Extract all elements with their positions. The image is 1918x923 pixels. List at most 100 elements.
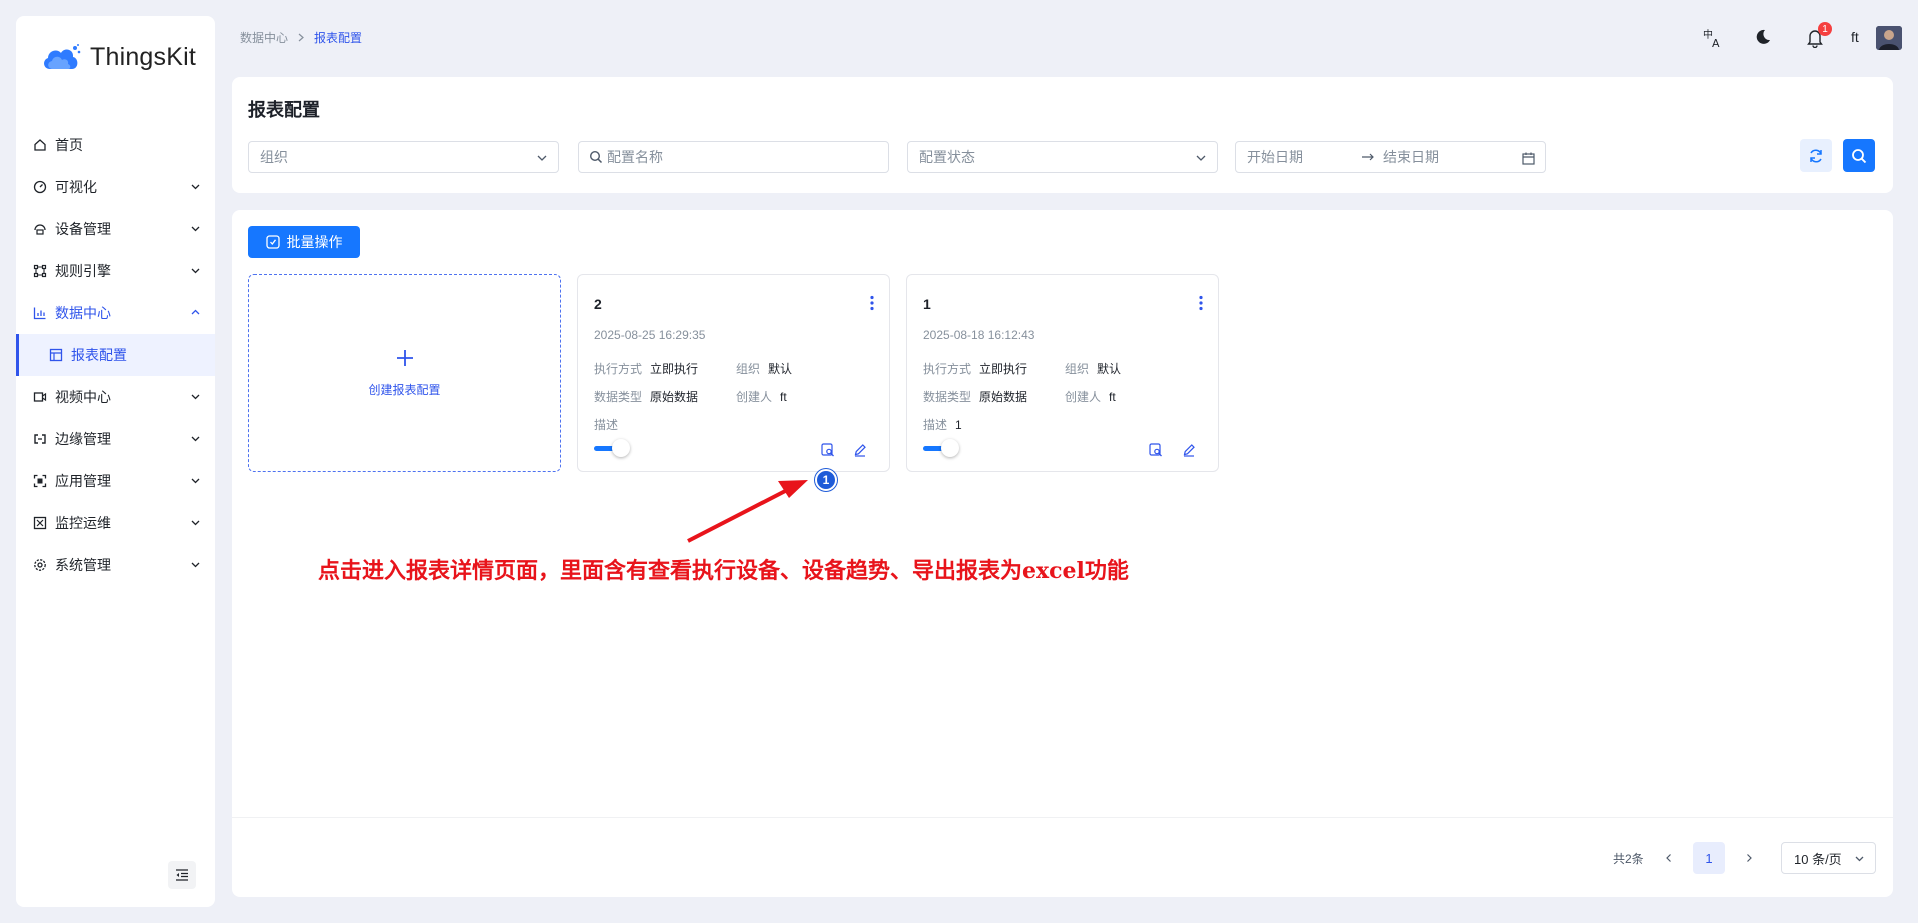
creator-value: ft: [1109, 390, 1116, 404]
view-detail-icon[interactable]: [1149, 443, 1163, 457]
sidebar-item-data-center[interactable]: 数据中心: [16, 292, 215, 334]
page-size-value: 10 条/页: [1794, 851, 1842, 867]
avatar[interactable]: [1876, 26, 1902, 50]
org-value: 默认: [768, 362, 793, 376]
chevron-down-icon: [537, 155, 547, 161]
exec-label: 执行方式: [923, 362, 972, 376]
exec-label: 执行方式: [594, 362, 643, 376]
sidebar-item-system[interactable]: 系统管理: [16, 544, 215, 586]
sidebar-item-label: 视频中心: [55, 389, 111, 405]
page-title: 报表配置: [248, 100, 320, 120]
org-select[interactable]: 组织: [248, 141, 559, 173]
sidebar-item-rules[interactable]: 规则引擎: [16, 250, 215, 292]
sidebar-item-monitor[interactable]: 监控运维: [16, 502, 215, 544]
report-date: 2025-08-18 16:12:43: [923, 328, 1035, 342]
status-toggle[interactable]: [594, 439, 630, 457]
report-exec-row: 执行方式 立即执行: [594, 360, 698, 377]
report-datatype-row: 数据类型 原始数据: [923, 388, 1027, 405]
search-icon: [589, 150, 603, 164]
annotation-step-marker: 1: [815, 469, 837, 491]
edit-icon[interactable]: [853, 443, 867, 457]
report-name: 1: [923, 296, 931, 312]
notification-badge: 1: [1818, 22, 1832, 36]
user-avatar-icon: [1876, 26, 1902, 50]
org-select-placeholder: 组织: [260, 149, 288, 165]
report-creator-row: 创建人 ft: [736, 388, 787, 405]
calendar-icon: [1522, 152, 1535, 165]
prev-page-button[interactable]: [1653, 842, 1685, 874]
report-date: 2025-08-25 16:29:35: [594, 328, 706, 342]
search-button[interactable]: [1843, 139, 1875, 172]
config-name-input[interactable]: 配置名称: [578, 141, 889, 173]
sidebar-item-visualization[interactable]: 可视化: [16, 166, 215, 208]
config-name-placeholder: 配置名称: [607, 149, 663, 165]
sidebar-item-label: 可视化: [55, 179, 97, 195]
app-icon: [32, 474, 47, 489]
sidebar-item-label: 设备管理: [55, 221, 111, 237]
chevron-up-icon: [191, 309, 200, 315]
sidebar-item-home[interactable]: 首页: [16, 124, 215, 166]
sidebar-item-label: 首页: [55, 137, 83, 153]
report-desc-row: 描述 1: [923, 416, 962, 433]
data-type-value: 原始数据: [650, 390, 699, 404]
dark-mode-icon[interactable]: [1754, 28, 1772, 46]
filter-panel: [232, 77, 1893, 193]
next-page-button[interactable]: [1733, 842, 1765, 874]
annotation-text: 点击进入报表详情页面，里面含有查看执行设备、设备趋势、导出报表为excel功能: [318, 558, 1129, 584]
sidebar-item-report-config[interactable]: 报表配置: [16, 334, 215, 376]
create-report-card[interactable]: 创建报表配置: [248, 274, 561, 472]
chevron-down-icon: [191, 562, 200, 568]
date-range-picker[interactable]: 开始日期 结束日期: [1235, 141, 1546, 173]
desc-value: 1: [955, 418, 962, 432]
settings-icon: [32, 558, 47, 573]
sidebar-item-label: 系统管理: [55, 557, 111, 573]
chart-icon: [32, 306, 47, 321]
report-name: 2: [594, 296, 602, 312]
end-date-input[interactable]: 结束日期: [1383, 147, 1439, 167]
search-icon: [1852, 148, 1867, 163]
report-icon: [48, 348, 63, 363]
sidebar-item-video[interactable]: 视频中心: [16, 376, 215, 418]
page-size-select[interactable]: 10 条/页: [1781, 842, 1876, 874]
footer-divider: [232, 817, 1893, 818]
chevron-down-icon: [191, 226, 200, 232]
status-select[interactable]: 配置状态: [907, 141, 1218, 173]
plus-icon: [396, 349, 413, 366]
creator-label: 创建人: [1065, 390, 1102, 404]
data-type-label: 数据类型: [594, 390, 643, 404]
chevron-down-icon: [191, 478, 200, 484]
collapse-sidebar-button[interactable]: [168, 861, 196, 889]
report-org-row: 组织 默认: [1065, 360, 1121, 377]
sidebar-item-edge[interactable]: 边缘管理: [16, 418, 215, 460]
translate-icon[interactable]: 中 A: [1702, 27, 1724, 49]
arrow-right-icon: [1362, 153, 1374, 161]
status-toggle[interactable]: [923, 439, 959, 457]
org-value: 默认: [1097, 362, 1122, 376]
breadcrumb-root[interactable]: 数据中心: [240, 29, 288, 46]
batch-operation-button[interactable]: 批量操作: [248, 226, 360, 258]
more-vertical-icon[interactable]: [1198, 295, 1204, 311]
sidebar-item-apps[interactable]: 应用管理: [16, 460, 215, 502]
report-desc-row: 描述: [594, 416, 626, 433]
refresh-button[interactable]: [1800, 139, 1832, 172]
sidebar-item-label: 边缘管理: [55, 431, 111, 447]
edit-icon[interactable]: [1182, 443, 1196, 457]
sidebar-item-label: 应用管理: [55, 473, 111, 489]
desc-label: 描述: [594, 418, 619, 432]
chevron-down-icon: [191, 394, 200, 400]
sidebar-item-devices[interactable]: 设备管理: [16, 208, 215, 250]
home-icon: [32, 138, 47, 153]
sidebar-menu: 首页 可视化 设备管理 规则引擎 数据中心 报表配置 视频中心 边缘管理 应用管…: [16, 124, 215, 586]
view-detail-icon[interactable]: [821, 443, 835, 457]
start-date-input[interactable]: 开始日期: [1247, 147, 1303, 167]
user-name[interactable]: ft: [1851, 29, 1859, 45]
app-logo[interactable]: ThingsKit: [40, 42, 196, 72]
app-name: ThingsKit: [90, 42, 197, 71]
page-1-button[interactable]: 1: [1693, 842, 1725, 874]
exec-value: 立即执行: [650, 362, 699, 376]
data-type-value: 原始数据: [979, 390, 1028, 404]
refresh-icon: [1810, 148, 1822, 163]
more-vertical-icon[interactable]: [869, 295, 875, 311]
report-card[interactable]: 2 2025-08-25 16:29:35 执行方式 立即执行 组织 默认 数据类型…: [577, 274, 890, 472]
report-card[interactable]: 1 2025-08-18 16:12:43 执行方式 立即执行 组织 默认 数据类型…: [906, 274, 1219, 472]
